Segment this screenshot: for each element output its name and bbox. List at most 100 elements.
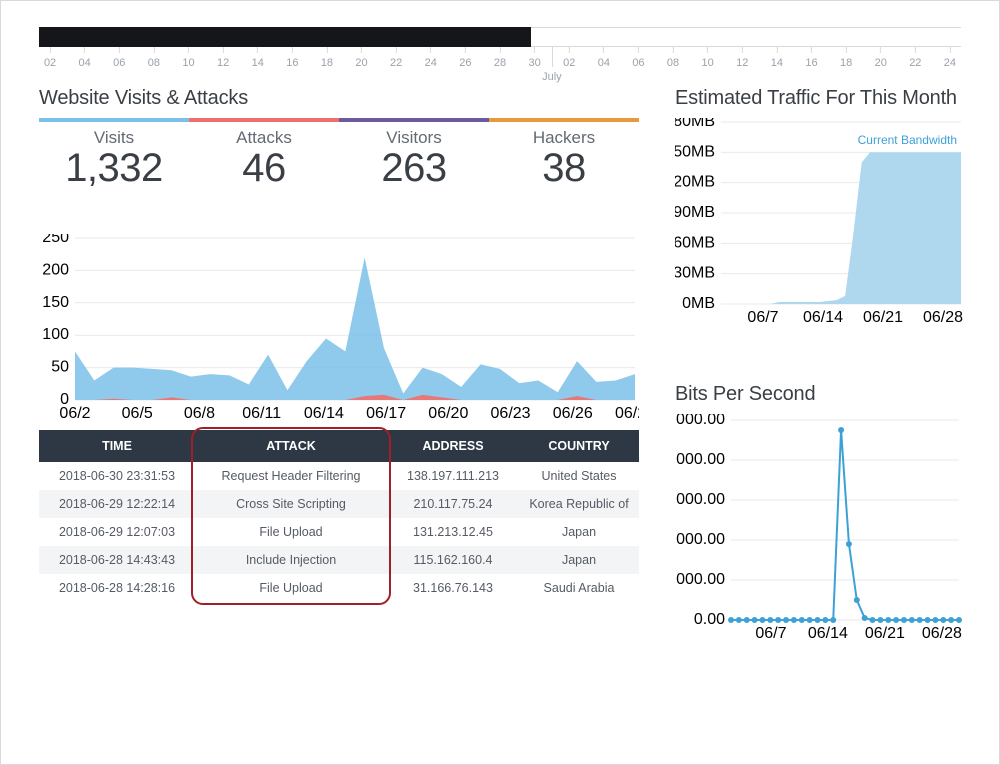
- timeline-tick: 12: [217, 47, 229, 69]
- table-cell: Saudi Arabia: [519, 574, 639, 602]
- svg-text:120MB: 120MB: [675, 174, 715, 191]
- dashboard-frame: June 01 June 30 020406081012141618202224…: [0, 0, 1000, 765]
- svg-text:06/20: 06/20: [428, 405, 468, 422]
- svg-text:2,000.00: 2,000.00: [675, 571, 725, 588]
- table-header[interactable]: COUNTRY: [519, 430, 639, 462]
- timeline-month-label: July: [542, 71, 562, 83]
- svg-text:06/7: 06/7: [747, 309, 778, 326]
- svg-text:06/5: 06/5: [122, 405, 153, 422]
- bps-chart: 0.00 2,000.00 4,000.00 6,000.00 8,000.00 10,0…: [675, 414, 965, 644]
- stat-card-visitors[interactable]: Visitors263: [339, 118, 489, 194]
- stat-label: Visits: [39, 128, 189, 148]
- svg-text:06/14: 06/14: [808, 625, 848, 642]
- timeline-tick: 10: [182, 47, 194, 69]
- timeline-tick: 04: [79, 47, 91, 69]
- table-cell: 131.213.12.45: [387, 518, 519, 546]
- svg-text:6,000.00: 6,000.00: [675, 491, 725, 508]
- svg-text:8,000.00: 8,000.00: [675, 451, 725, 468]
- stat-value: 46: [189, 146, 339, 190]
- svg-text:4,000.00: 4,000.00: [675, 531, 725, 548]
- timeline-tick: 14: [771, 47, 783, 69]
- stat-value: 1,332: [39, 146, 189, 190]
- stat-card-hackers[interactable]: Hackers38: [489, 118, 639, 194]
- timeline-tick: 28: [494, 47, 506, 69]
- timeline-tick: 04: [598, 47, 610, 69]
- stat-card-visits[interactable]: Visits1,332: [39, 118, 189, 194]
- table-row[interactable]: 2018-06-28 14:28:16File Upload31.166.76.…: [39, 574, 639, 602]
- svg-text:06/17: 06/17: [366, 405, 406, 422]
- svg-text:06/21: 06/21: [865, 625, 905, 642]
- stat-card-attacks[interactable]: Attacks46: [189, 118, 339, 194]
- svg-text:0.00: 0.00: [694, 611, 725, 628]
- table-cell: United States: [519, 462, 639, 490]
- table-cell: 2018-06-30 23:31:53: [39, 462, 195, 490]
- timeline-tick: 18: [840, 47, 852, 69]
- svg-text:250: 250: [42, 234, 69, 246]
- section-title-traffic: Estimated Traffic For This Month: [675, 87, 965, 110]
- timeline-tick: 02: [44, 47, 56, 69]
- svg-text:06/14: 06/14: [304, 405, 344, 422]
- svg-text:100: 100: [42, 326, 69, 343]
- visits-attacks-chart: 05010015020025006/206/506/806/1106/1406/…: [39, 234, 639, 424]
- timeline-track[interactable]: [39, 27, 961, 47]
- timeline-tick: 12: [736, 47, 748, 69]
- svg-text:Current Bandwidth: Current Bandwidth: [858, 133, 957, 147]
- svg-text:10,000.00: 10,000.00: [675, 414, 725, 428]
- svg-text:06/23: 06/23: [491, 405, 531, 422]
- svg-text:06/11: 06/11: [242, 405, 281, 422]
- timeline-tick: 02: [563, 47, 575, 69]
- timeline-tick: 22: [390, 47, 402, 69]
- table-cell: 2018-06-29 12:22:14: [39, 490, 195, 518]
- table-cell: File Upload: [195, 574, 387, 602]
- timeline-tick: 08: [667, 47, 679, 69]
- timeline-tick: 14: [252, 47, 264, 69]
- traffic-chart: 0MB30MB60MB90MB120MB150MB180MBCurrent Ba…: [675, 118, 965, 328]
- timeline-tick: 20: [875, 47, 887, 69]
- timeline-selection[interactable]: [39, 27, 531, 47]
- table-row[interactable]: 2018-06-29 12:22:14Cross Site Scripting2…: [39, 490, 639, 518]
- table-row[interactable]: 2018-06-29 12:07:03File Upload131.213.12…: [39, 518, 639, 546]
- stats-row: Visits1,332Attacks46Visitors263Hackers38: [39, 118, 639, 194]
- table-cell: 2018-06-28 14:28:16: [39, 574, 195, 602]
- timeline-tick: 18: [321, 47, 333, 69]
- timeline-ticks: 0204060810121416182022242628300204060810…: [39, 47, 961, 83]
- date-range-timeline[interactable]: June 01 June 30 020406081012141618202224…: [39, 1, 961, 87]
- stat-value: 38: [489, 146, 639, 190]
- timeline-tick: 16: [286, 47, 298, 69]
- table-cell: Request Header Filtering: [195, 462, 387, 490]
- svg-text:180MB: 180MB: [675, 118, 715, 130]
- svg-text:150MB: 150MB: [675, 143, 715, 160]
- stat-value: 263: [339, 146, 489, 190]
- table-cell: Japan: [519, 518, 639, 546]
- stat-label: Attacks: [189, 128, 339, 148]
- svg-text:06/14: 06/14: [803, 309, 843, 326]
- timeline-tick: 16: [805, 47, 817, 69]
- svg-text:150: 150: [42, 294, 69, 311]
- svg-text:60MB: 60MB: [675, 234, 715, 251]
- svg-text:90MB: 90MB: [675, 204, 715, 221]
- svg-text:06/2: 06/2: [59, 405, 90, 422]
- attacks-table: TIMEATTACKADDRESSCOUNTRY 2018-06-30 23:3…: [39, 430, 639, 602]
- timeline-tick: 24: [425, 47, 437, 69]
- svg-text:06/7: 06/7: [755, 625, 786, 642]
- svg-text:06/26: 06/26: [553, 405, 593, 422]
- table-cell: Cross Site Scripting: [195, 490, 387, 518]
- svg-text:06/28: 06/28: [922, 625, 962, 642]
- timeline-tick: 20: [355, 47, 367, 69]
- attacks-table-wrap: TIMEATTACKADDRESSCOUNTRY 2018-06-30 23:3…: [39, 430, 639, 602]
- table-header[interactable]: TIME: [39, 430, 195, 462]
- table-cell: Korea Republic of: [519, 490, 639, 518]
- timeline-tick: 08: [148, 47, 160, 69]
- table-row[interactable]: 2018-06-30 23:31:53Request Header Filter…: [39, 462, 639, 490]
- table-cell: 138.197.111.213: [387, 462, 519, 490]
- svg-text:06/29: 06/29: [615, 405, 639, 422]
- timeline-tick: 30: [528, 47, 540, 69]
- table-header[interactable]: ADDRESS: [387, 430, 519, 462]
- table-header[interactable]: ATTACK: [195, 430, 387, 462]
- svg-text:06/21: 06/21: [863, 309, 903, 326]
- table-row[interactable]: 2018-06-28 14:43:43Include Injection115.…: [39, 546, 639, 574]
- table-cell: Include Injection: [195, 546, 387, 574]
- timeline-tick: 26: [459, 47, 471, 69]
- table-cell: File Upload: [195, 518, 387, 546]
- timeline-tick: 10: [702, 47, 714, 69]
